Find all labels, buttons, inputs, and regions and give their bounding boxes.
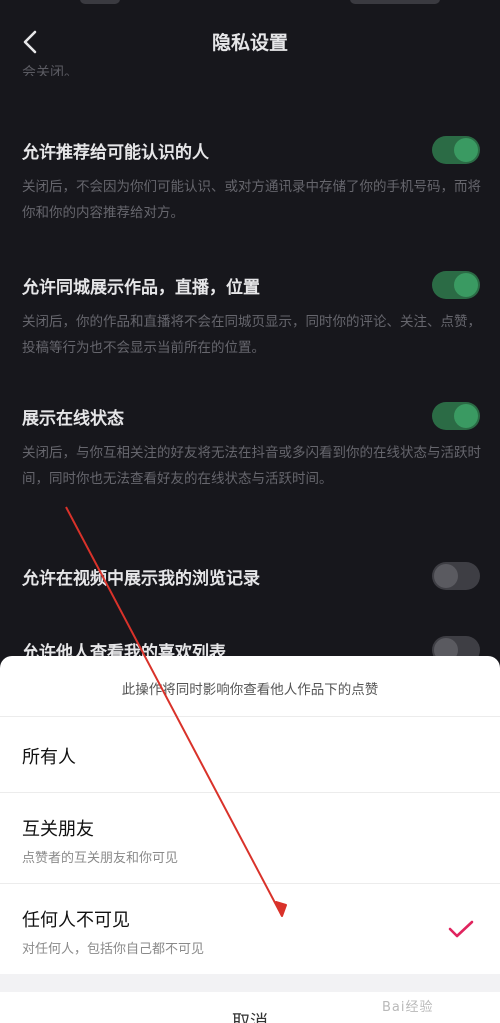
toggle-switch[interactable]	[432, 402, 480, 430]
sheet-note: 此操作将同时影响你查看他人作品下的点赞	[121, 682, 379, 698]
toggle-switch[interactable]	[432, 562, 480, 590]
toggle-switch[interactable]	[432, 136, 480, 164]
page-title: 隐私设置	[211, 32, 288, 54]
setting-title: 展示在线状态	[22, 409, 124, 429]
truncated-description: 会关闭。	[22, 65, 78, 76]
setting-title: 允许推荐给可能认识的人	[22, 143, 209, 163]
bottom-sheet: 此操作将同时影响你查看他人作品下的点赞 所有人 互关朋友 点赞者的互关朋友和你可…	[0, 656, 500, 1023]
setting-description: 关闭后，不会因为你们可能认识、或对方通讯录中存储了你的手机号码，而将你和你的内容…	[22, 179, 481, 221]
setting-title: 允许在视频中展示我的浏览记录	[22, 569, 260, 589]
option-everyone[interactable]: 所有人	[0, 717, 500, 792]
status-bar	[0, 0, 500, 14]
checkmark-icon	[448, 920, 474, 938]
setting-description: 关闭后，与你互相关注的好友将无法在抖音或多闪看到你的在线状态与活跃时间，同时你也…	[22, 445, 481, 487]
option-mutual-friends[interactable]: 互关朋友 点赞者的互关朋友和你可见	[0, 793, 500, 883]
option-subtitle: 点赞者的互关朋友和你可见	[22, 851, 179, 866]
setting-description: 关闭后，你的作品和直播将不会在同城页显示，同时你的评论、关注、点赞，投稿等行为也…	[22, 314, 481, 356]
toggle-switch[interactable]	[432, 271, 480, 299]
watermark: Bai经验	[382, 1000, 434, 1015]
option-title: 所有人	[22, 747, 76, 768]
option-title: 互关朋友	[22, 819, 94, 840]
section-gap	[0, 974, 500, 992]
setting-title: 允许同城展示作品，直播，位置	[22, 278, 260, 298]
option-nobody[interactable]: 任何人不可见 对任何人，包括你自己都不可见	[0, 884, 500, 974]
option-subtitle: 对任何人，包括你自己都不可见	[22, 942, 205, 957]
option-title: 任何人不可见	[22, 910, 130, 931]
